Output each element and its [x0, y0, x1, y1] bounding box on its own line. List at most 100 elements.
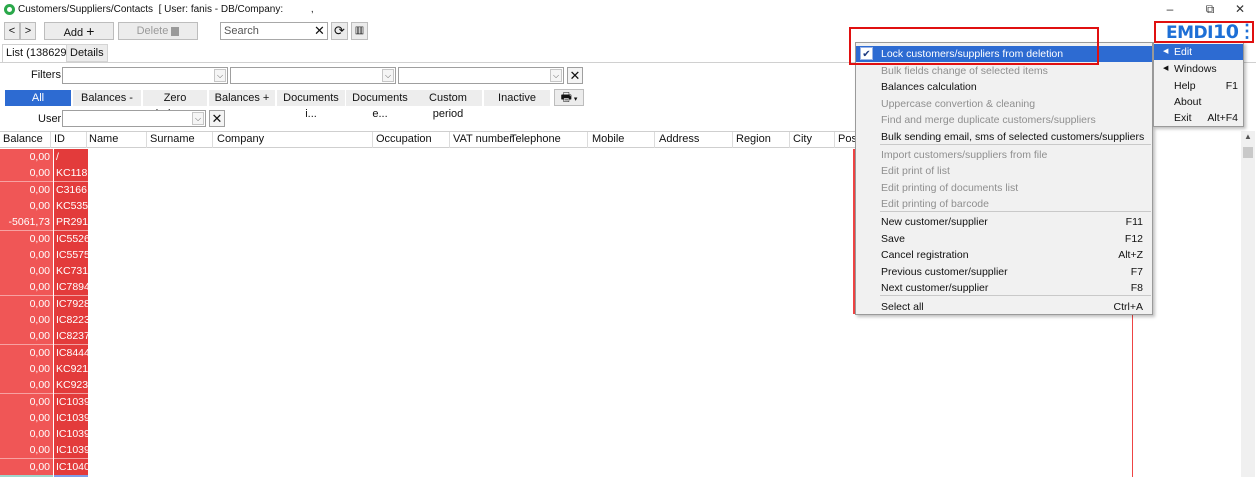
menu-item[interactable]: Edit print of list	[856, 163, 1152, 179]
id-cell[interactable]: PR291	[54, 214, 88, 232]
segment-inactive[interactable]: Inactive	[484, 90, 550, 106]
column-header[interactable]: Mobile	[592, 133, 624, 145]
column-header[interactable]: Region	[736, 133, 771, 145]
id-cell[interactable]: IC5575	[54, 246, 88, 264]
refresh-icon[interactable]: ⟳	[331, 22, 348, 40]
scrollbar-thumb[interactable]	[1243, 147, 1253, 158]
segment-balances-plus[interactable]: Balances +	[209, 90, 275, 106]
filter-combo-3[interactable]: ⌵	[398, 67, 564, 84]
id-cell[interactable]: /	[54, 149, 88, 166]
table-row[interactable]: 0,00 IC1039	[0, 426, 90, 444]
balance-cell[interactable]: -5061,73	[0, 214, 53, 232]
main-menu-item[interactable]: Help F1	[1154, 78, 1243, 94]
id-cell[interactable]: IC5526	[54, 230, 88, 248]
id-cell[interactable]: KC535	[54, 197, 88, 215]
menu-item[interactable]: Save F12	[856, 231, 1152, 247]
id-cell[interactable]: IC1039	[54, 393, 88, 411]
id-cell[interactable]: KC921	[54, 360, 88, 378]
balance-cell[interactable]: 0,00	[0, 263, 53, 281]
id-cell[interactable]: IC8444	[54, 344, 88, 362]
table-row[interactable]: 0,00 IC5575	[0, 246, 90, 264]
column-header[interactable]: Occupation	[376, 133, 432, 145]
id-cell[interactable]: IC1039	[54, 409, 88, 427]
filter-combo-2[interactable]: ⌵	[230, 67, 396, 84]
balance-cell[interactable]: 0,00	[0, 149, 53, 166]
table-row[interactable]: 0,00 IC8444	[0, 344, 90, 362]
id-cell[interactable]: IC1039	[54, 442, 88, 460]
search-input[interactable]: Search	[220, 22, 328, 40]
column-header[interactable]: Company	[217, 133, 264, 145]
back-button[interactable]: <	[4, 22, 20, 40]
id-cell[interactable]: IC7894	[54, 279, 88, 297]
segment-balances-minus[interactable]: Balances -	[73, 90, 141, 106]
menu-item[interactable]: Import customers/suppliers from file	[856, 147, 1152, 163]
table-row[interactable]: 0,00 IC7928	[0, 295, 90, 313]
add-button[interactable]: Add +	[44, 22, 114, 40]
id-cell[interactable]: IC7928	[54, 295, 88, 313]
table-row[interactable]: 0,00 IC1039	[0, 393, 90, 411]
main-menu-item[interactable]: Exit Alt+F4	[1154, 110, 1243, 126]
balance-cell[interactable]: 0,00	[0, 181, 53, 199]
table-row[interactable]: 0,00 KC535	[0, 197, 90, 215]
menu-item[interactable]: Bulk fields change of selected items	[856, 63, 1152, 79]
clear-user-icon[interactable]: ✕	[209, 110, 225, 127]
table-row[interactable]: 0,00 IC1039	[0, 409, 90, 427]
id-cell[interactable]: C3166	[54, 181, 88, 199]
clear-search-icon[interactable]: ✕	[314, 22, 328, 40]
menu-item[interactable]: Find and merge duplicate customers/suppl…	[856, 112, 1152, 128]
balance-cell[interactable]: 0,00	[0, 426, 53, 444]
segment-all[interactable]: All	[5, 90, 71, 106]
column-header[interactable]: Name	[89, 133, 118, 145]
clear-filters-icon[interactable]: ✕	[567, 67, 583, 84]
tab-list[interactable]: List (138629)	[2, 44, 75, 62]
balance-cell[interactable]: 0,00	[0, 197, 53, 215]
menu-item[interactable]: Edit printing of documents list	[856, 180, 1152, 196]
forward-button[interactable]: >	[20, 22, 36, 40]
table-row[interactable]: 0,00 C3166	[0, 181, 90, 199]
id-cell[interactable]: IC1040	[54, 458, 88, 476]
balance-cell[interactable]: 0,00	[0, 279, 53, 297]
menu-item[interactable]: Select all Ctrl+A	[856, 299, 1152, 315]
menu-item[interactable]: Bulk sending email, sms of selected cust…	[856, 129, 1152, 145]
table-row[interactable]: 0,00 IC8223	[0, 312, 90, 329]
balance-cell[interactable]: 0,00	[0, 312, 53, 329]
column-header[interactable]: Surname	[150, 133, 195, 145]
id-cell[interactable]: KC923	[54, 377, 88, 395]
balance-cell[interactable]: 0,00	[0, 246, 53, 264]
table-row[interactable]: 0,00/	[0, 149, 90, 166]
scroll-up-icon[interactable]: ▲	[1241, 131, 1255, 143]
menu-item[interactable]: New customer/supplier F11	[856, 214, 1152, 230]
column-header[interactable]: City	[793, 133, 812, 145]
column-header[interactable]: VAT number	[453, 133, 513, 145]
barcode-icon[interactable]: ▥	[351, 22, 368, 40]
printer-icon[interactable]: 🖶 ▾	[554, 89, 584, 106]
column-header[interactable]: Telephone	[510, 133, 561, 145]
table-row[interactable]: 0,00 IC7894	[0, 279, 90, 297]
minimize-button[interactable]: –	[1150, 0, 1190, 20]
main-menu-item[interactable]: ◀ Windows	[1154, 61, 1243, 77]
table-row[interactable]: 0,00 KC731	[0, 263, 90, 281]
menu-item[interactable]: Cancel registration Alt+Z	[856, 247, 1152, 263]
main-menu-item[interactable]: ◀ Edit	[1154, 44, 1243, 60]
id-cell[interactable]: IC8223	[54, 312, 88, 329]
segment-documents-entered[interactable]: Documents e...	[346, 90, 414, 120]
table-row[interactable]: 0,00 IC1039	[0, 442, 90, 460]
column-header[interactable]: Balance	[3, 133, 43, 145]
balance-cell[interactable]: 0,00	[0, 230, 53, 248]
table-row[interactable]: 0,00 KC921	[0, 360, 90, 378]
segment-custom-period[interactable]: Custom period	[414, 90, 482, 120]
user-combo[interactable]: ⌵	[62, 110, 206, 127]
id-cell[interactable]: KC118	[54, 165, 88, 183]
balance-cell[interactable]: 0,00	[0, 360, 53, 378]
main-menu-item[interactable]: About	[1154, 94, 1243, 110]
menu-item[interactable]: Edit printing of barcode	[856, 196, 1152, 212]
menu-item[interactable]: Previous customer/supplier F7	[856, 264, 1152, 280]
balance-cell[interactable]: 0,00	[0, 442, 53, 460]
id-cell[interactable]: IC8237	[54, 328, 88, 346]
balance-cell[interactable]: 0,00	[0, 328, 53, 346]
tab-details[interactable]: Details	[66, 44, 108, 62]
table-row[interactable]: -5061,73 PR291	[0, 214, 90, 232]
table-row[interactable]: 0,00IC1040	[0, 458, 90, 476]
balance-cell[interactable]: 0,00	[0, 165, 53, 183]
balance-cell[interactable]: 0,00	[0, 393, 53, 411]
